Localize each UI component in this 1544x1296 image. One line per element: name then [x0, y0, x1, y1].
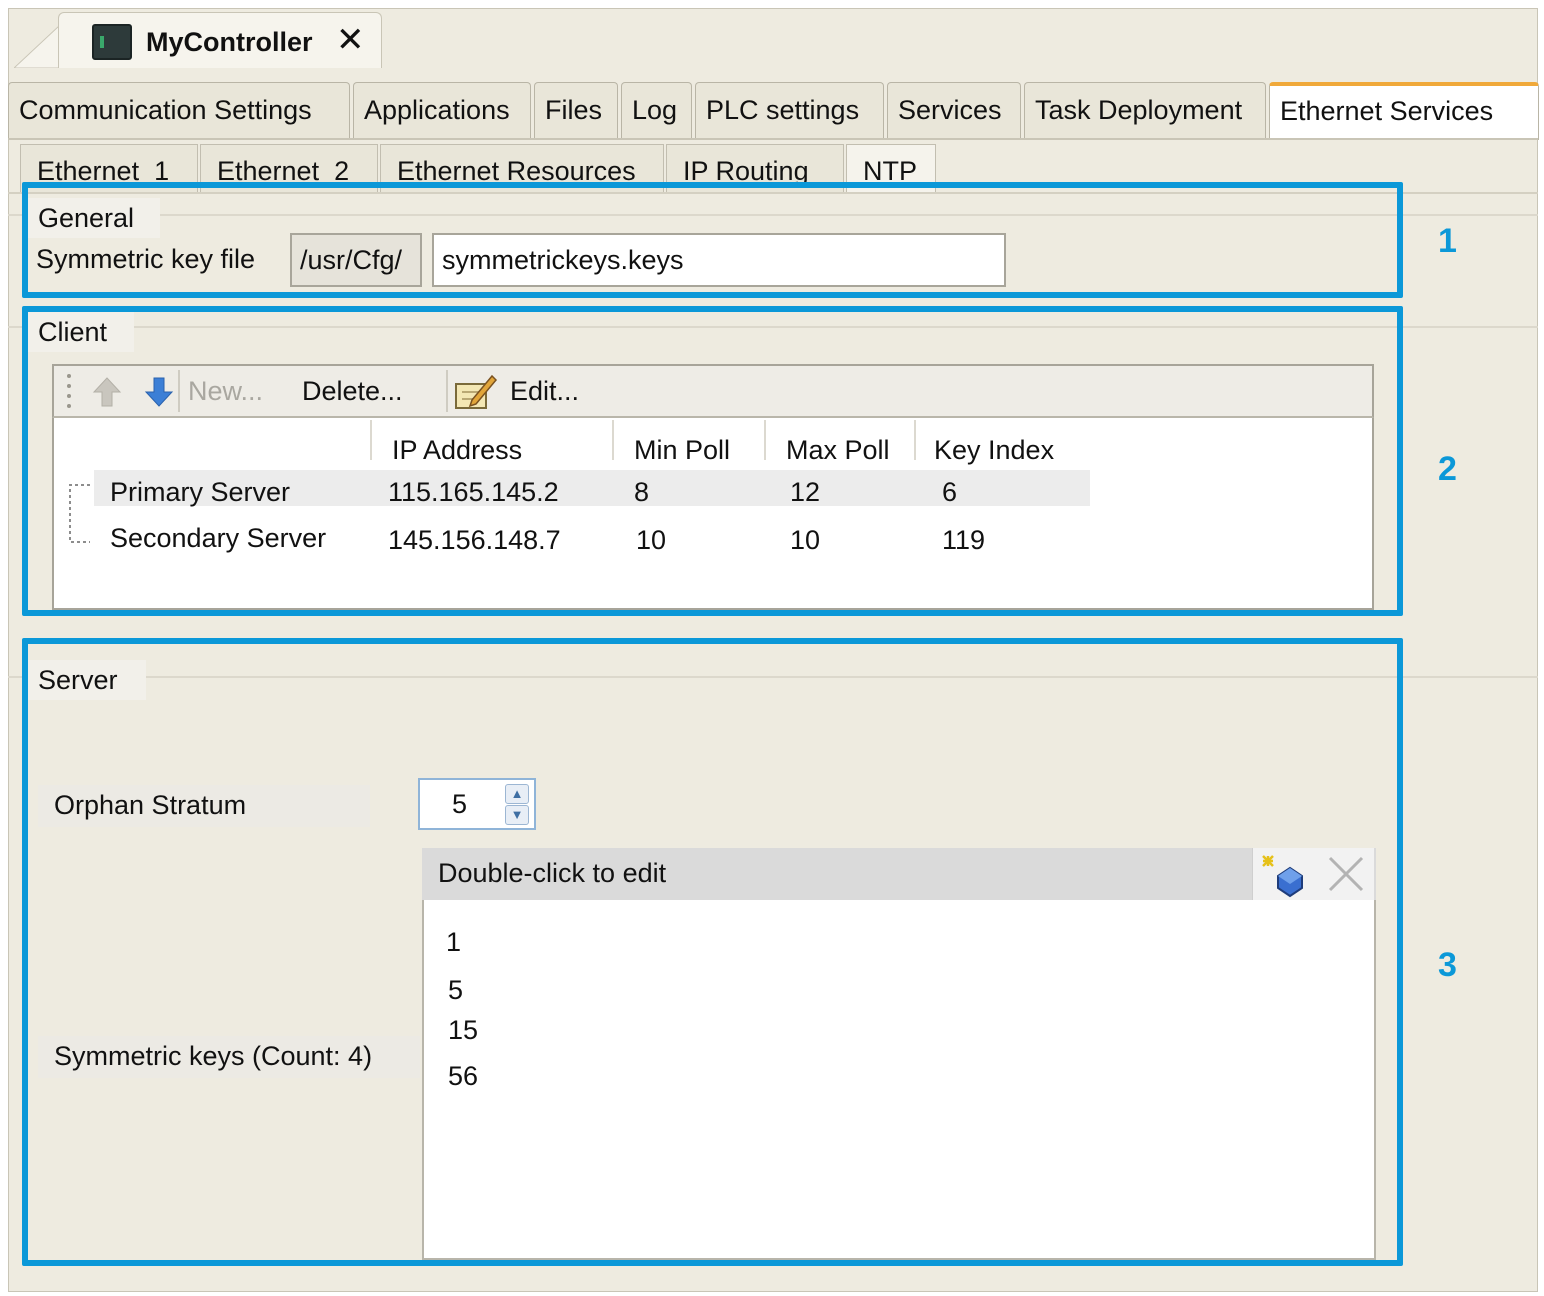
- tab-ethernet-services[interactable]: Ethernet Services: [1269, 82, 1539, 140]
- tab-task-deployment[interactable]: Task Deployment: [1024, 82, 1266, 138]
- tab-plc-settings[interactable]: PLC settings: [695, 82, 884, 138]
- callout-frame-1: [22, 182, 1403, 298]
- callout-frame-3: [22, 638, 1403, 1266]
- controller-icon: [92, 24, 132, 60]
- document-tab-title: MyController: [146, 27, 313, 57]
- tab-applications[interactable]: Applications: [353, 82, 531, 138]
- tab-log[interactable]: Log: [621, 82, 692, 138]
- close-icon[interactable]: ✕: [336, 20, 365, 60]
- tab-services[interactable]: Services: [887, 82, 1021, 138]
- tab-files[interactable]: Files: [534, 82, 618, 138]
- callout-2: 2: [1438, 450, 1457, 488]
- callout-frame-2: [22, 306, 1403, 616]
- callout-1: 1: [1438, 222, 1457, 260]
- main-tab-bar: Communication Settings Applications File…: [8, 82, 1542, 140]
- tab-divider: [8, 138, 1538, 140]
- callout-3: 3: [1438, 946, 1457, 984]
- tab-communication-settings[interactable]: Communication Settings: [8, 82, 350, 138]
